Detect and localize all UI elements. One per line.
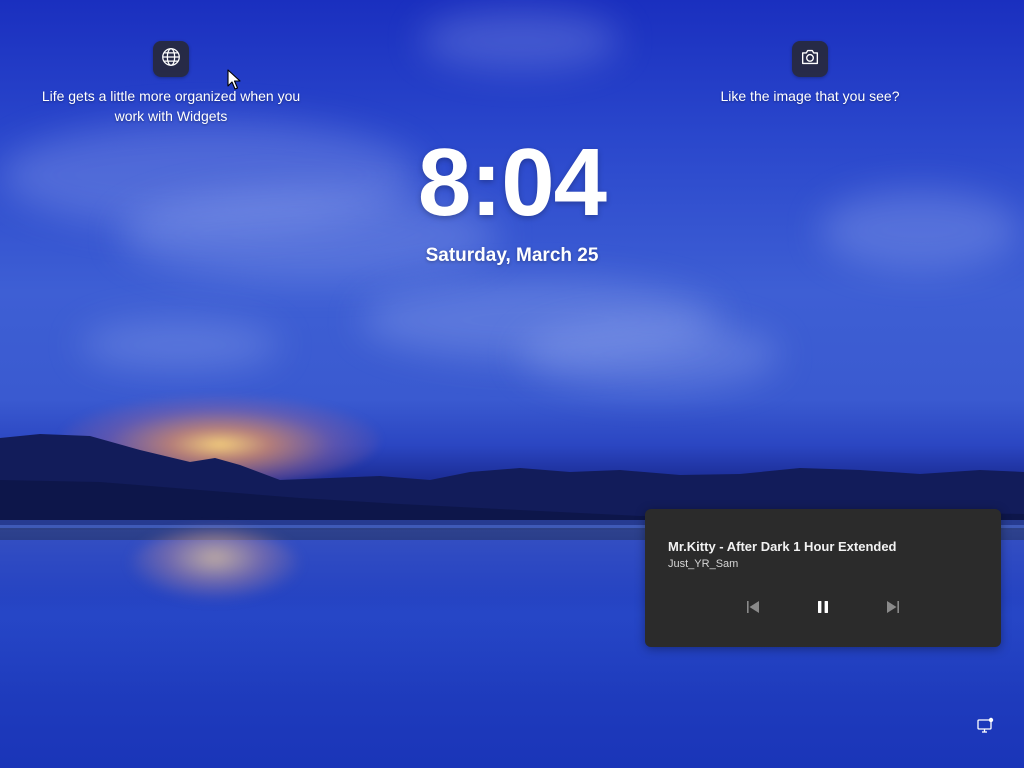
media-player-card[interactable]: Mr.Kitty - After Dark 1 Hour Extended Ju… (645, 509, 1001, 647)
pause-button[interactable] (811, 597, 835, 621)
cloud (520, 320, 780, 390)
media-artist: Just_YR_Sam (668, 558, 739, 570)
lock-screen: Life gets a little more organized when y… (0, 0, 1024, 768)
network-button[interactable] (975, 716, 995, 736)
network-icon (975, 717, 995, 740)
previous-track-button[interactable] (741, 597, 765, 621)
next-track-icon (885, 599, 901, 620)
mouse-pointer-icon (227, 69, 241, 90)
cloud (80, 320, 280, 370)
pause-icon (815, 599, 831, 620)
cloud (420, 10, 620, 70)
spotlight-hint-text: Like the image that you see? (720, 88, 900, 104)
previous-track-icon (745, 599, 761, 620)
spotlight-hint[interactable]: Like the image that you see? (700, 41, 920, 106)
next-track-button[interactable] (881, 597, 905, 621)
cloud (820, 190, 1020, 270)
lock-screen-time: 8:04 (417, 129, 607, 236)
widgets-hint-text: Life gets a little more organized when y… (41, 88, 301, 124)
sun-reflection (130, 530, 300, 600)
spotlight-button[interactable] (792, 41, 828, 77)
media-title: Mr.Kitty - After Dark 1 Hour Extended (668, 539, 897, 554)
widgets-button[interactable] (153, 41, 189, 77)
camera-icon (799, 46, 821, 73)
lock-screen-date: Saturday, March 25 (425, 245, 599, 266)
globe-icon (160, 46, 182, 73)
widgets-hint[interactable]: Life gets a little more organized when y… (40, 41, 302, 126)
